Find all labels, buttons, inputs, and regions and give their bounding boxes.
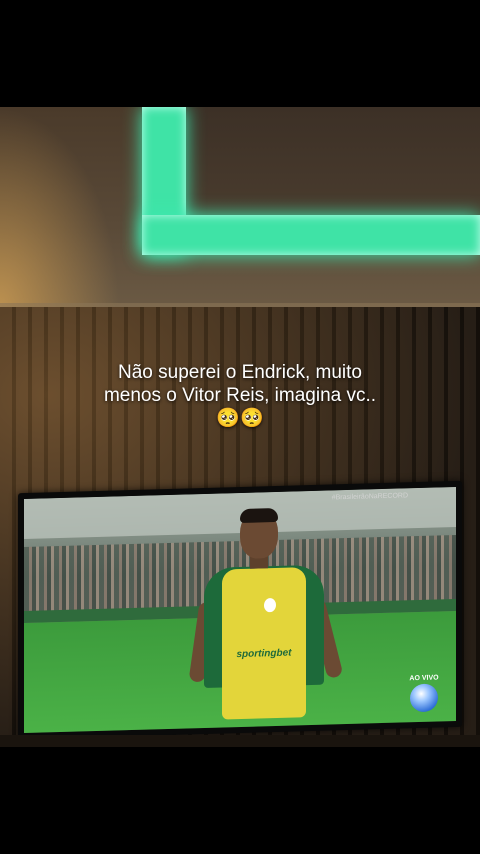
green-led-strip-horizontal [142, 215, 480, 255]
ceiling-recess [186, 107, 480, 215]
television: #BrasileirãoNaRECORD sportingbet AO VIVO [18, 480, 462, 740]
live-badge: AO VIVO [404, 674, 444, 713]
caption-line-2: menos o Vitor Reis, imagina vc.. [103, 385, 377, 406]
warm-light-glow [0, 107, 120, 307]
record-logo-icon [410, 683, 438, 713]
caption-line-1: Não superei o Endrick, muito [118, 362, 362, 383]
caption-emoji: 🥺🥺 [216, 408, 264, 429]
floor-shadow [0, 735, 480, 747]
overlay-caption: Não superei o Endrick, muito menos o Vit… [40, 361, 440, 430]
football-player: sportingbet [188, 507, 344, 732]
photo-scene: Não superei o Endrick, muito menos o Vit… [0, 107, 480, 747]
player-hair [240, 507, 278, 523]
tv-screen: #BrasileirãoNaRECORD sportingbet AO VIVO [24, 486, 456, 734]
bib-sponsor-text: sportingbet [236, 647, 292, 661]
yellow-training-bib [222, 567, 306, 720]
live-label: AO VIVO [409, 674, 439, 683]
